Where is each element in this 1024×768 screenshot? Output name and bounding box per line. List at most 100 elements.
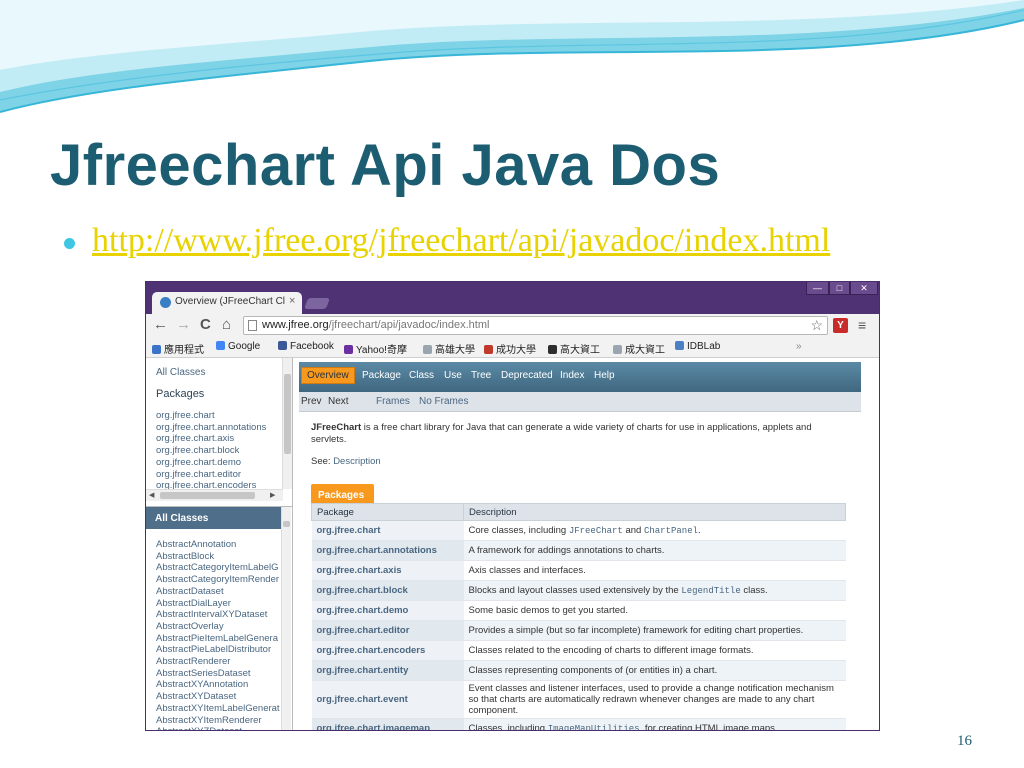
package-link[interactable]: org.jfree.chart <box>156 410 266 422</box>
back-icon[interactable]: ← <box>153 316 168 333</box>
package-name-link[interactable]: org.jfree.chart.event <box>311 680 464 719</box>
google-icon <box>216 341 225 350</box>
package-link[interactable]: org.jfree.chart.demo <box>156 457 266 469</box>
see-label: See: <box>311 456 334 467</box>
packages-tab: Packages <box>311 484 374 504</box>
javadoc-subnav: Prev Next Frames No Frames <box>299 392 861 412</box>
scrollbar-thumb[interactable] <box>284 374 291 454</box>
scrollbar-thumb[interactable] <box>160 492 255 499</box>
package-name-link[interactable]: org.jfree.chart.demo <box>311 600 464 621</box>
package-name-link[interactable]: org.jfree.chart <box>311 520 464 541</box>
packages-vertical-scrollbar[interactable] <box>282 358 292 489</box>
bookmark-nuk-csie[interactable]: 高大資工 <box>548 341 600 356</box>
reload-icon[interactable]: C <box>200 316 211 333</box>
package-name-link[interactable]: org.jfree.chart.entity <box>311 660 464 681</box>
address-bar[interactable]: www.jfree.org/jfreechart/api/javadoc/ind… <box>243 316 828 335</box>
class-link[interactable]: AbstractPieItemLabelGenera <box>156 633 280 645</box>
scroll-right-icon[interactable]: ▶ <box>270 491 275 499</box>
class-link[interactable]: AbstractCategoryItemRender <box>156 574 280 586</box>
bookmark-ncku-csie[interactable]: 成大資工 <box>613 341 665 356</box>
frames-link[interactable]: Frames <box>376 396 410 407</box>
home-icon[interactable]: ⌂ <box>222 316 231 333</box>
bookmark-apps[interactable]: 應用程式 <box>152 341 204 356</box>
prev-link[interactable]: Prev <box>301 396 322 407</box>
packages-frame: All Classes Packages org.jfree.chart org… <box>146 358 293 506</box>
description-text: and <box>622 525 644 536</box>
package-description: Event classes and listener interfaces, u… <box>463 680 846 719</box>
browser-menu-icon[interactable]: ≡ <box>858 317 866 333</box>
class-link[interactable]: AbstractXYZDataset <box>156 726 280 730</box>
class-link[interactable]: AbstractXYAnnotation <box>156 679 280 691</box>
class-link[interactable]: AbstractRenderer <box>156 656 280 668</box>
nav-deprecated[interactable]: Deprecated <box>501 370 553 381</box>
code-link[interactable]: ChartPanel <box>644 526 698 536</box>
nav-tree[interactable]: Tree <box>471 370 491 381</box>
class-link[interactable]: AbstractCategoryItemLabelG <box>156 562 280 574</box>
close-window-button[interactable]: ✕ <box>850 282 878 295</box>
package-name-link[interactable]: org.jfree.chart.axis <box>311 560 464 581</box>
extension-icon[interactable]: Y <box>833 318 848 333</box>
scroll-left-icon[interactable]: ◀ <box>149 491 154 499</box>
class-link[interactable]: AbstractOverlay <box>156 621 280 633</box>
description-text: Classes, including <box>468 723 548 731</box>
class-link[interactable]: AbstractXYItemRenderer <box>156 715 280 727</box>
class-link[interactable]: AbstractXYItemLabelGenerat <box>156 703 280 715</box>
package-name-link[interactable]: org.jfree.chart.encoders <box>311 640 464 661</box>
class-link[interactable]: AbstractPieLabelDistributor <box>156 644 280 656</box>
code-link[interactable]: ImageMapUtilities <box>548 724 640 730</box>
package-link[interactable]: org.jfree.chart.block <box>156 445 266 457</box>
class-link[interactable]: AbstractSeriesDataset <box>156 668 280 680</box>
bookmark-facebook[interactable]: Facebook <box>278 341 334 352</box>
bookmark-nuk[interactable]: 高雄大學 <box>423 341 475 356</box>
nav-class[interactable]: Class <box>409 370 434 381</box>
class-link[interactable]: AbstractBlock <box>156 551 280 563</box>
minimize-button[interactable]: — <box>806 282 829 295</box>
package-name-link[interactable]: org.jfree.chart.imagemap <box>311 718 464 730</box>
scrollbar-thumb[interactable] <box>283 521 290 527</box>
tab-close-icon[interactable]: × <box>289 295 295 307</box>
class-link[interactable]: AbstractAnnotation <box>156 539 280 551</box>
page-icon <box>613 345 622 354</box>
class-link[interactable]: AbstractXYDataset <box>156 691 280 703</box>
package-link[interactable]: org.jfree.chart.annotations <box>156 422 266 434</box>
all-classes-link[interactable]: All Classes <box>156 367 205 378</box>
javadoc-link[interactable]: http://www.jfree.org/jfreechart/api/java… <box>92 222 830 260</box>
nav-index[interactable]: Index <box>560 370 584 381</box>
bookmarks-more-icon[interactable]: » <box>796 341 802 352</box>
bookmark-yahoo[interactable]: Yahoo!奇摩 <box>344 341 407 356</box>
package-name-link[interactable]: org.jfree.chart.editor <box>311 620 464 641</box>
bookmark-star-icon[interactable]: ☆ <box>810 317 823 334</box>
browser-toolbar: ← → C ⌂ www.jfree.org/jfreechart/api/jav… <box>146 314 879 338</box>
packages-horizontal-scrollbar[interactable]: ◀ ▶ <box>146 489 283 501</box>
nav-use[interactable]: Use <box>444 370 462 381</box>
nav-help[interactable]: Help <box>594 370 615 381</box>
bookmark-idblab[interactable]: IDBLab <box>675 341 720 352</box>
package-name-link[interactable]: org.jfree.chart.block <box>311 580 464 601</box>
class-link[interactable]: AbstractDataset <box>156 586 280 598</box>
code-link[interactable]: LegendTitle <box>681 586 740 596</box>
bookmark-label: 成功大學 <box>496 345 536 356</box>
class-link[interactable]: AbstractIntervalXYDataset <box>156 609 280 621</box>
packages-tab-label: Packages <box>318 490 365 501</box>
see-description-link[interactable]: Description <box>333 456 381 467</box>
package-link[interactable]: org.jfree.chart.editor <box>156 469 266 481</box>
bookmark-google[interactable]: Google <box>216 341 260 352</box>
nav-overview[interactable]: Overview <box>301 367 355 384</box>
browser-tab[interactable]: Overview (JFreeChart Cla × <box>152 292 302 314</box>
package-link[interactable]: org.jfree.chart.axis <box>156 433 266 445</box>
no-frames-link[interactable]: No Frames <box>419 396 468 407</box>
maximize-button[interactable]: □ <box>829 282 850 295</box>
new-tab-button[interactable] <box>303 298 331 309</box>
package-description: Core classes, including JFreeChart and C… <box>463 520 846 541</box>
class-link[interactable]: AbstractDialLayer <box>156 598 280 610</box>
bookmark-ncku[interactable]: 成功大學 <box>484 341 536 356</box>
next-link[interactable]: Next <box>328 396 349 407</box>
nav-package[interactable]: Package <box>362 370 401 381</box>
favicon-icon <box>160 297 171 308</box>
forward-icon[interactable]: → <box>176 316 191 333</box>
facebook-icon <box>278 341 287 350</box>
code-link[interactable]: JFreeChart <box>569 526 623 536</box>
package-name-link[interactable]: org.jfree.chart.annotations <box>311 540 464 561</box>
classes-vertical-scrollbar[interactable] <box>281 507 291 730</box>
column-header-package: Package <box>311 503 464 521</box>
